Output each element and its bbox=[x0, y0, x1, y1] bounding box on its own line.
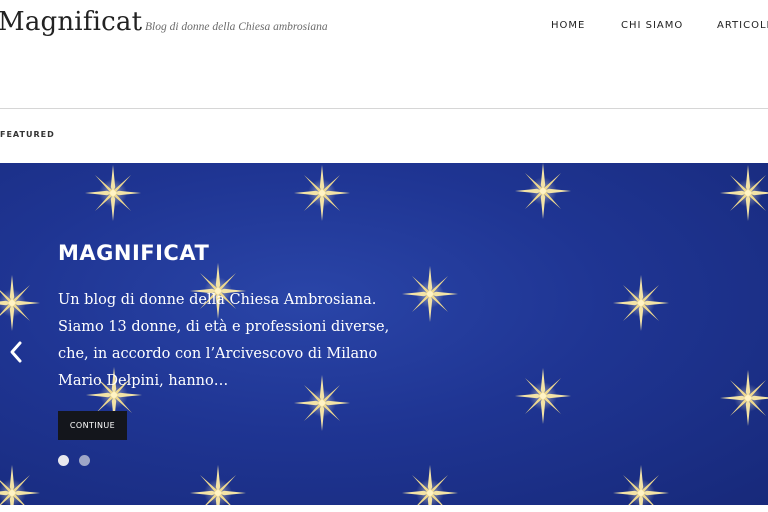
main-nav: HOME CHI SIAMO ARTICOLI bbox=[0, 18, 768, 34]
page-bottom-strip bbox=[0, 505, 768, 512]
slider-dot-1[interactable] bbox=[58, 455, 69, 466]
slide-excerpt-line: Un blog di donne della Chiesa Ambrosiana… bbox=[58, 292, 377, 308]
star-icon bbox=[515, 163, 571, 219]
slide-excerpt-line: Mario Delpini, hanno… bbox=[58, 373, 229, 389]
site-header: Magnificat Blog di donne della Chiesa am… bbox=[0, 0, 768, 109]
nav-item-home[interactable]: HOME bbox=[551, 18, 585, 34]
slider-dot-2[interactable] bbox=[79, 455, 90, 466]
star-icon bbox=[720, 370, 768, 426]
slide-excerpt: Un blog di donne della Chiesa Ambrosiana… bbox=[58, 287, 418, 395]
star-icon bbox=[402, 465, 458, 505]
star-icon bbox=[720, 165, 768, 221]
nav-item-chi-siamo[interactable]: CHI SIAMO bbox=[621, 18, 683, 34]
star-icon bbox=[85, 165, 141, 221]
star-icon bbox=[294, 165, 350, 221]
nav-item-articoli[interactable]: ARTICOLI bbox=[717, 18, 768, 34]
featured-slider: MAGNIFICAT Un blog di donne della Chiesa… bbox=[0, 163, 768, 505]
slider-prev-button[interactable] bbox=[6, 339, 26, 365]
star-icon bbox=[515, 368, 571, 424]
slide-excerpt-line: che, in accordo con l’Arcivescovo di Mil… bbox=[58, 346, 378, 362]
star-icon bbox=[0, 465, 40, 505]
chevron-left-icon bbox=[10, 341, 22, 363]
continue-button[interactable]: CONTINUE bbox=[58, 411, 127, 440]
star-icon bbox=[613, 275, 669, 331]
star-icon bbox=[0, 275, 40, 331]
featured-label: FEATURED bbox=[0, 130, 55, 139]
slide-excerpt-line: Siamo 13 donne, di età e professioni div… bbox=[58, 319, 390, 335]
slide-title[interactable]: MAGNIFICAT bbox=[58, 239, 209, 267]
header-divider bbox=[0, 108, 768, 109]
star-icon bbox=[613, 465, 669, 505]
star-icon bbox=[190, 465, 246, 505]
